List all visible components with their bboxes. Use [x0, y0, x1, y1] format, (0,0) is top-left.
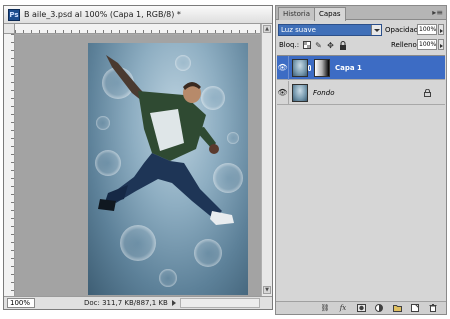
ruler-origin[interactable]	[4, 24, 15, 34]
vertical-ruler[interactable]	[4, 34, 15, 296]
lock-label: Bloq.:	[279, 41, 300, 49]
add-mask-icon[interactable]	[356, 304, 366, 313]
scroll-down-icon[interactable]: ▼	[263, 286, 271, 294]
fill-arrow-icon[interactable]	[438, 39, 444, 50]
blend-mode-value: Luz suave	[281, 26, 316, 34]
layer-name: Capa 1	[335, 64, 362, 72]
zoom-level-field[interactable]: 100%	[7, 298, 35, 308]
layers-panel: Historia Capas ▸≡ Luz suave Opacidad: 10…	[275, 5, 447, 315]
document-window: Ps B aile_3.psd al 100% (Capa 1, RGB/8) …	[3, 5, 273, 310]
eye-icon[interactable]: 👁	[277, 81, 289, 105]
fx-icon[interactable]: fx	[338, 304, 348, 313]
lock-all-icon[interactable]	[338, 41, 347, 50]
document-title-bar[interactable]: Ps B aile_3.psd al 100% (Capa 1, RGB/8) …	[4, 6, 272, 24]
lock-brush-icon[interactable]: ✎	[314, 41, 323, 50]
lock-row: Bloq.: ✎ ✥ Relleno: 100%	[276, 39, 446, 53]
tab-capas[interactable]: Capas	[314, 7, 346, 21]
adjustment-layer-icon[interactable]	[374, 304, 384, 313]
chevron-down-icon[interactable]	[371, 25, 381, 35]
opacity-field[interactable]: 100%	[417, 24, 437, 35]
panel-menu-icon[interactable]: ▸≡	[432, 9, 443, 17]
layers-panel-footer: ⛓ fx	[276, 301, 446, 314]
scroll-up-icon[interactable]: ▲	[263, 25, 271, 33]
status-bar: 100% Doc: 311,7 KB/887,1 KB	[4, 296, 272, 309]
status-menu-arrow-icon[interactable]	[172, 300, 176, 306]
fill-field[interactable]: 100%	[417, 39, 437, 50]
layer-thumbnail	[292, 84, 308, 102]
delete-layer-icon[interactable]	[428, 304, 438, 313]
new-group-icon[interactable]	[392, 304, 402, 313]
opacity-label: Opacidad:	[385, 26, 421, 34]
mask-link-icon[interactable]	[308, 65, 311, 71]
layer-row-fondo[interactable]: 👁 Fondo	[277, 81, 445, 105]
new-layer-icon[interactable]	[410, 304, 420, 313]
blend-mode-select[interactable]: Luz suave	[278, 24, 382, 36]
horizontal-ruler[interactable]	[15, 24, 260, 34]
layer-mask-thumbnail[interactable]	[314, 59, 330, 77]
document-title: B aile_3.psd al 100% (Capa 1, RGB/8) *	[24, 10, 181, 19]
lock-icon	[424, 88, 431, 99]
lock-transparent-icon[interactable]	[302, 41, 311, 50]
tab-historia[interactable]: Historia	[278, 7, 315, 20]
horizontal-scrollbar[interactable]	[180, 298, 260, 308]
fill-label: Relleno:	[391, 41, 420, 49]
layers-list: 👁 Capa 1 👁 Fondo	[277, 55, 445, 300]
layer-row-capa-1[interactable]: 👁 Capa 1	[277, 56, 445, 80]
canvas-area[interactable]	[15, 35, 261, 296]
photoshop-doc-icon: Ps	[8, 9, 20, 21]
opacity-arrow-icon[interactable]	[438, 24, 444, 35]
canvas-image-dancer[interactable]	[88, 43, 248, 295]
document-size-info: Doc: 311,7 KB/887,1 KB	[84, 299, 168, 307]
vertical-scrollbar[interactable]: ▲ ▼	[261, 24, 272, 296]
lock-move-icon[interactable]: ✥	[326, 41, 335, 50]
layer-thumbnail	[292, 59, 308, 77]
panel-tab-bar: Historia Capas ▸≡	[276, 6, 446, 21]
link-layers-icon[interactable]: ⛓	[320, 304, 330, 313]
dancer-photo	[95, 55, 243, 287]
layer-name: Fondo	[313, 89, 335, 97]
eye-icon[interactable]: 👁	[277, 56, 289, 80]
